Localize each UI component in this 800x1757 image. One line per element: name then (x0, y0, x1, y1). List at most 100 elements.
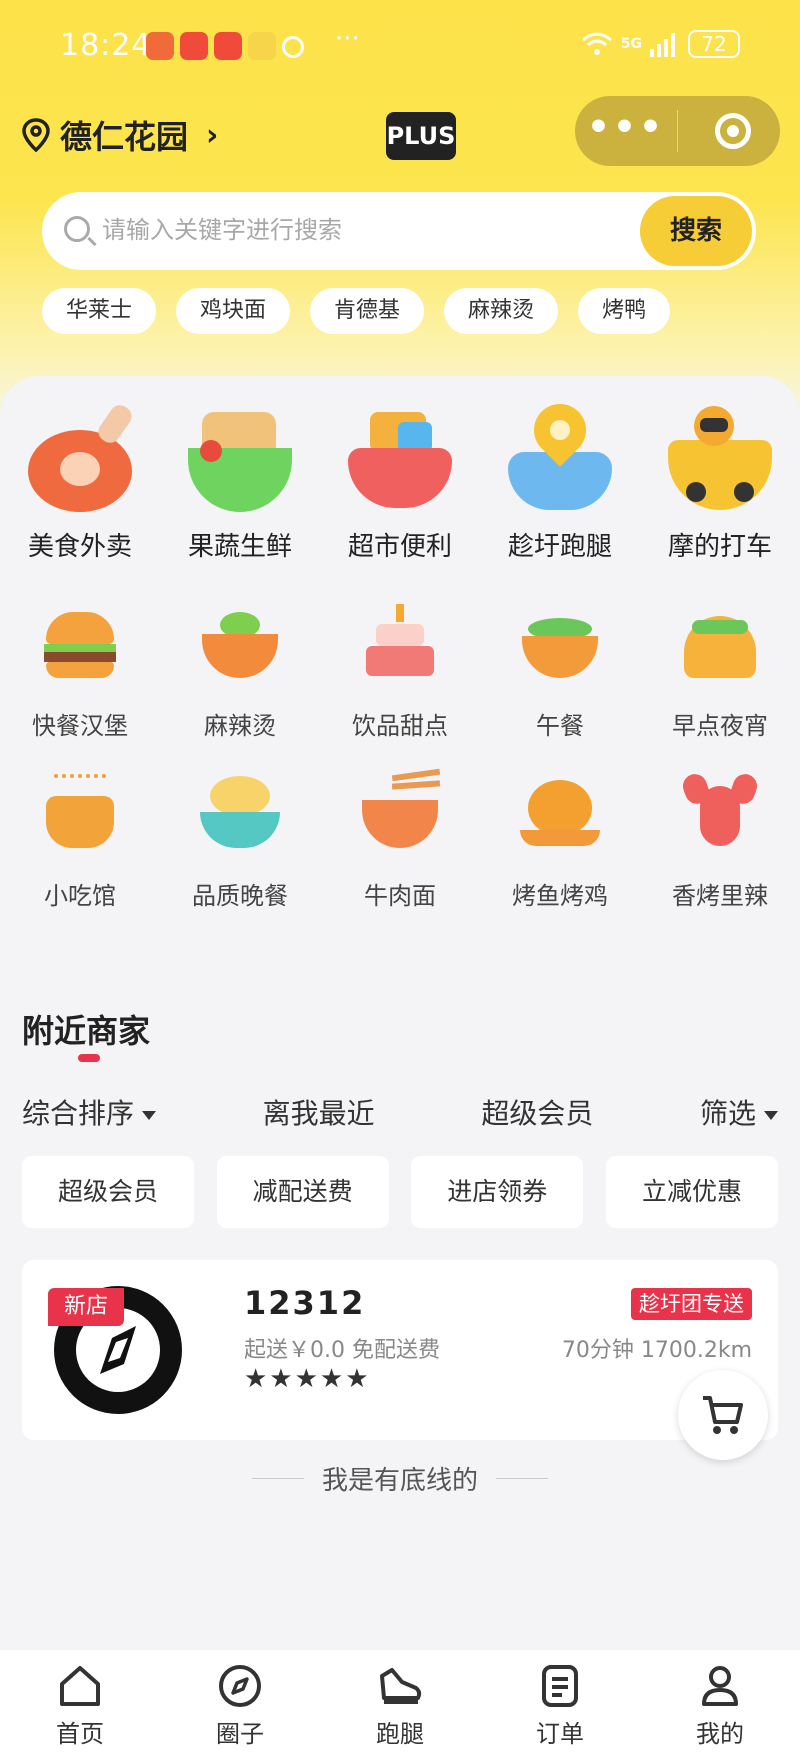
hot-tag[interactable]: 华莱士 (42, 288, 157, 334)
section-title: 附近商家 (22, 1012, 151, 1050)
map-pin-icon (504, 393, 616, 516)
store-eta-distance: 70分钟 1700.2km (562, 1332, 752, 1364)
sort-nearest[interactable]: 离我最近 (263, 1092, 375, 1132)
section-title-underline (78, 1054, 100, 1062)
category-burger[interactable]: 快餐汉堡 (0, 596, 160, 741)
chevron-right-icon: › (206, 117, 219, 153)
end-of-list-text: 我是有底线的 (321, 1466, 478, 1496)
pot-icon (32, 766, 128, 862)
tab-errand[interactable]: 跑腿 (320, 1650, 480, 1757)
store-name: 12312 (244, 1284, 366, 1322)
category-errand[interactable]: 趁圩跑腿 (480, 393, 640, 563)
filter-chips: 超级会员 减配送费 进店领券 立减优惠 (22, 1156, 778, 1228)
search-bar: 搜索 (42, 192, 756, 270)
close-miniprogram-icon[interactable] (715, 113, 751, 149)
compass-icon (219, 1665, 261, 1707)
new-store-badge: 新店 (48, 1288, 124, 1326)
tab-circle[interactable]: 圈子 (160, 1650, 320, 1757)
profile-icon (702, 1666, 738, 1706)
min-order: 起送￥0.0 (244, 1338, 345, 1363)
spicy-bowl-icon (192, 596, 288, 692)
category-label: 午餐 (536, 712, 584, 740)
category-breakfast-night[interactable]: 早点夜宵 (640, 596, 800, 741)
category-beef-noodles[interactable]: 牛肉面 (320, 766, 480, 911)
burger-icon (32, 596, 128, 692)
nearby-stores-section: 附近商家 综合排序 离我最近 超级会员 筛选 超级会员 减配送费 进店领券 立减… (0, 970, 800, 1670)
category-snack-shop[interactable]: 小吃馆 (0, 766, 160, 911)
tab-label: 首页 (56, 1720, 104, 1748)
wifi-icon (581, 32, 612, 55)
roast-chicken-icon (512, 766, 608, 862)
notification-app-icon (180, 32, 208, 60)
crayfish-icon (672, 766, 768, 862)
tab-orders[interactable]: 订单 (480, 1650, 640, 1757)
search-icon (64, 216, 90, 242)
category-label: 快餐汉堡 (32, 712, 128, 740)
filter-chip[interactable]: 超级会员 (22, 1156, 194, 1228)
order-icon (542, 1665, 578, 1707)
hot-tag[interactable]: 麻辣烫 (444, 288, 559, 334)
eta: 70分钟 (561, 1338, 634, 1363)
category-fresh-produce[interactable]: 果蔬生鲜 (160, 404, 320, 563)
search-input[interactable] (102, 208, 622, 254)
sort-label: 筛选 (699, 1097, 756, 1130)
category-malatang[interactable]: 麻辣烫 (160, 596, 320, 741)
location-selector[interactable]: 德仁花园 › (22, 112, 218, 158)
rating-stars: ★★★★★ (244, 1364, 371, 1394)
divider (251, 1478, 304, 1479)
distance: 1700.2km (640, 1338, 752, 1363)
hot-tag[interactable]: 鸡块面 (176, 288, 291, 334)
category-label: 早点夜宵 (672, 712, 768, 740)
shoe-icon (380, 1668, 422, 1704)
delivery-fee: 免配送费 (352, 1338, 441, 1363)
category-label: 超市便利 (347, 532, 452, 562)
battery-indicator: 72 (688, 30, 740, 58)
roast-leg-icon (24, 401, 136, 516)
category-grilled-fish-chicken[interactable]: 烤鱼烤鸡 (480, 766, 640, 911)
filter-chip[interactable]: 进店领券 (411, 1156, 584, 1228)
location-name: 德仁花园 (60, 118, 189, 156)
caret-down-icon (142, 1110, 157, 1120)
search-button[interactable]: 搜索 (640, 196, 752, 266)
category-spicy-grill[interactable]: 香烤里辣 (640, 766, 800, 911)
capsule-divider (677, 110, 678, 152)
filter-chip[interactable]: 立减优惠 (605, 1156, 778, 1228)
more-notifications-icon: ··· (335, 24, 360, 54)
sub-category-row: 小吃馆 品质晚餐 牛肉面 烤鱼烤鸡 香烤里辣 (0, 766, 800, 911)
category-label: 饮品甜点 (352, 712, 448, 740)
sort-filter[interactable]: 筛选 (700, 1092, 778, 1132)
category-drinks-desserts[interactable]: 饮品甜点 (320, 596, 480, 741)
tab-home[interactable]: 首页 (0, 1650, 160, 1757)
category-moto-taxi[interactable]: 摩的打车 (640, 404, 800, 563)
network-type: 5G (620, 36, 642, 52)
notification-app-icon (248, 32, 276, 60)
tab-profile[interactable]: 我的 (640, 1650, 800, 1757)
sort-comprehensive[interactable]: 综合排序 (22, 1092, 157, 1132)
plus-membership-badge[interactable]: PLUS (386, 112, 456, 160)
category-label: 摩的打车 (667, 532, 772, 562)
cart-icon (703, 1396, 743, 1434)
category-quality-dinner[interactable]: 品质晚餐 (160, 766, 320, 911)
more-menu-icon[interactable]: ••• (575, 96, 677, 166)
delivery-tag: 趁圩团专送 (631, 1288, 752, 1320)
cart-button[interactable] (678, 1370, 768, 1460)
tab-label: 圈子 (216, 1720, 264, 1748)
category-food-delivery[interactable]: 美食外卖 (0, 401, 160, 563)
tab-label: 跑腿 (376, 1720, 424, 1748)
end-of-list: 我是有底线的 (0, 1460, 800, 1497)
hot-search-tags: 华莱士 鸡块面 肯德基 麻辣烫 烤鸭 (42, 288, 671, 334)
hot-tag[interactable]: 肯德基 (310, 288, 425, 334)
filter-chip[interactable]: 减配送费 (216, 1156, 389, 1228)
taco-icon (672, 596, 768, 692)
store-card[interactable]: 新店 12312 起送￥0.0 免配送费 ★★★★★ 趁圩团专送 70分钟 17… (22, 1260, 778, 1440)
sort-super-member[interactable]: 超级会员 (481, 1092, 593, 1132)
category-supermarket[interactable]: 超市便利 (320, 404, 480, 563)
bottom-tab-bar: 首页 圈子 跑腿 订单 我的 (0, 1650, 800, 1757)
category-label: 果蔬生鲜 (187, 532, 292, 562)
category-lunch[interactable]: 午餐 (480, 596, 640, 741)
lunch-bowl-icon (512, 596, 608, 692)
hot-tag[interactable]: 烤鸭 (578, 288, 671, 334)
category-label: 麻辣烫 (204, 712, 276, 740)
category-label: 趁圩跑腿 (507, 532, 612, 562)
tab-label: 订单 (536, 1720, 584, 1748)
